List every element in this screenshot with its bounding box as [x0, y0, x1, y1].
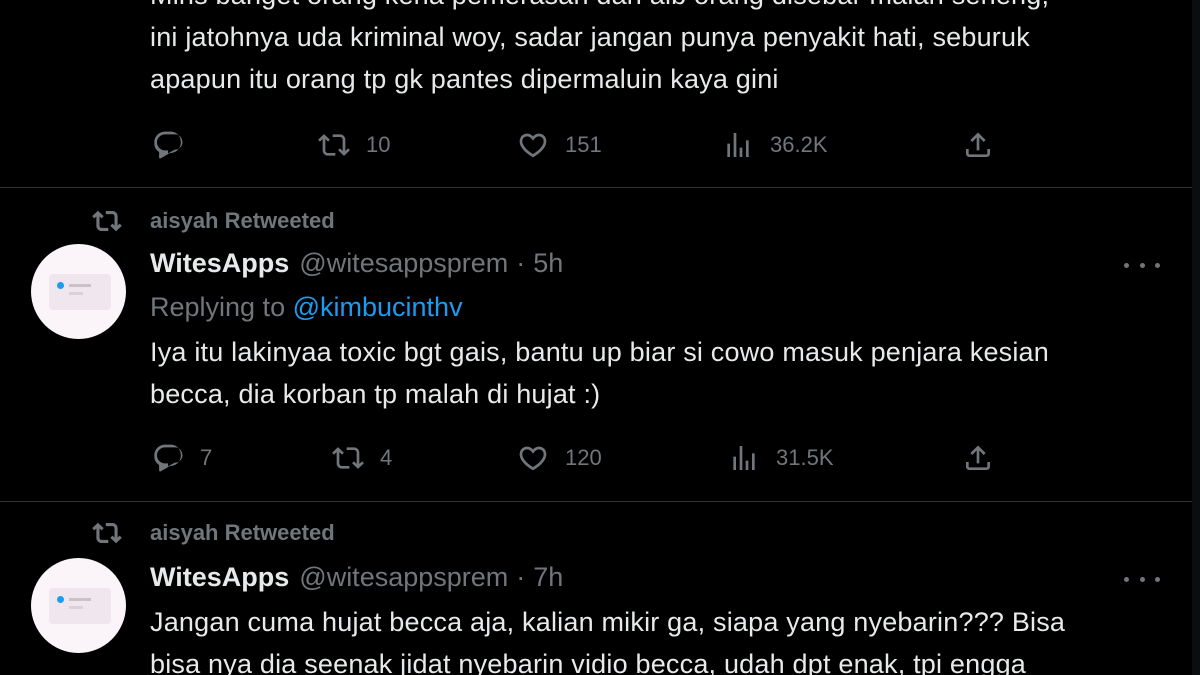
timestamp[interactable]: 5h: [533, 248, 563, 279]
retweet-icon: [92, 210, 122, 232]
heart-icon: [519, 133, 547, 158]
retweeted-by-label: aisyah Retweeted: [150, 208, 335, 233]
separator-dot: ·: [516, 248, 526, 278]
retweet-icon: [92, 522, 122, 544]
retweet-icon: [318, 134, 350, 156]
retweet-button[interactable]: 4: [332, 438, 392, 478]
user-handle[interactable]: @witesappsprem: [299, 562, 508, 593]
heart-icon: [519, 446, 547, 471]
share-button[interactable]: [962, 125, 994, 165]
more-icon[interactable]: [1124, 569, 1160, 589]
tweet-header: WitesApps @witesappsprem · 7h: [150, 562, 563, 593]
tweet-text-line: Mihs banget orang kena pemerasan dan aib…: [150, 0, 1160, 16]
display-name[interactable]: WitesApps: [150, 562, 289, 593]
views-count: 36.2K: [770, 132, 828, 157]
timestamp[interactable]: 7h: [533, 562, 563, 593]
share-button[interactable]: [962, 438, 994, 478]
views-count: 31.5K: [776, 445, 834, 470]
tweet-text-line: becca, dia korban tp malah di hujat :): [150, 379, 601, 409]
views-icon: [727, 133, 749, 157]
reply-button[interactable]: 7: [152, 438, 212, 478]
tweet[interactable]: aisyah Retweeted WitesApps @witesappspre…: [0, 189, 1192, 502]
tweet-header: WitesApps @witesappsprem · 5h: [150, 248, 563, 279]
more-icon[interactable]: [1124, 255, 1160, 275]
retweet-count: 4: [380, 445, 393, 470]
tweet-text-line: ini jatohnya uda kriminal woy, sadar jan…: [150, 22, 1030, 52]
views-icon: [733, 446, 755, 470]
retweet-button[interactable]: 10: [318, 125, 390, 165]
share-icon: [966, 445, 990, 470]
tweet-text: Iya itu lakinyaa toxic bgt gais, bantu u…: [150, 331, 1160, 415]
like-button[interactable]: 120: [517, 438, 602, 478]
tweet-text: Mihs banget orang kena pemerasan dan aib…: [150, 0, 1160, 100]
tweet-text-line: bisa nya dia seenak jidat nyebarin vidio…: [150, 649, 1027, 675]
tweet[interactable]: aisyah Retweeted WitesApps @witesappspre…: [0, 503, 1192, 675]
replying-to: Replying to @kimbucinthv: [150, 292, 463, 323]
retweeted-by: aisyah Retweeted: [92, 206, 335, 236]
avatar[interactable]: [31, 244, 126, 339]
retweeted-by: aisyah Retweeted: [92, 518, 335, 548]
retweet-count: 10: [366, 132, 391, 157]
views-button[interactable]: 31.5K: [728, 438, 834, 478]
timeline-feed: Mihs banget orang kena pemerasan dan aib…: [0, 0, 1200, 675]
like-count: 151: [565, 132, 602, 157]
scrollbar-track[interactable]: [1192, 0, 1200, 675]
reply-icon: [154, 131, 183, 159]
replying-to-label: Replying to: [150, 292, 286, 322]
tweet-text-line: Jangan cuma hujat becca aja, kalian miki…: [150, 607, 1066, 637]
retweet-icon: [332, 447, 364, 469]
display-name[interactable]: WitesApps: [150, 248, 289, 279]
reply-count: 7: [200, 445, 213, 470]
share-icon: [966, 132, 990, 157]
like-button[interactable]: 151: [517, 125, 602, 165]
views-button[interactable]: 36.2K: [722, 125, 828, 165]
tweet-actions: 7 4 120 31.5K: [0, 438, 1192, 478]
reply-button[interactable]: [152, 125, 200, 165]
user-handle[interactable]: @witesappsprem: [299, 248, 508, 279]
reply-icon: [154, 444, 183, 472]
tweet-partial[interactable]: Mihs banget orang kena pemerasan dan aib…: [0, 0, 1192, 188]
retweeted-by-label: aisyah Retweeted: [150, 520, 335, 545]
tweet-text-line: Iya itu lakinyaa toxic bgt gais, bantu u…: [150, 337, 1049, 367]
separator-dot: ·: [516, 562, 526, 592]
tweet-text-line: apapun itu orang tp gk pantes dipermalui…: [150, 64, 779, 94]
avatar[interactable]: [31, 558, 126, 653]
mention-link[interactable]: @kimbucinthv: [293, 292, 463, 322]
tweet-text: Jangan cuma hujat becca aja, kalian miki…: [150, 601, 1160, 675]
tweet-actions: 10 151 36.2K: [0, 125, 1192, 165]
like-count: 120: [565, 445, 602, 470]
